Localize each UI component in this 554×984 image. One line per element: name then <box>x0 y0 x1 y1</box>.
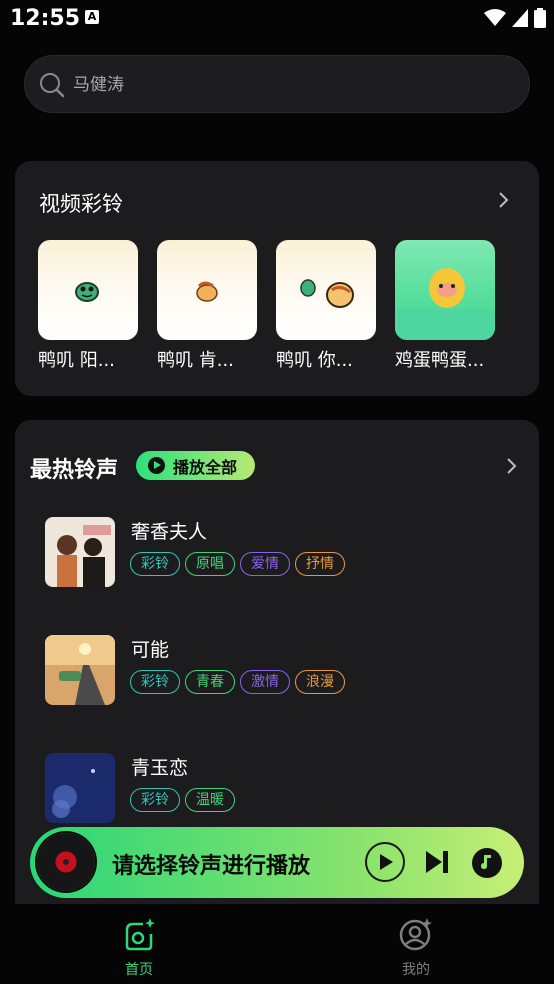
search-bar[interactable] <box>24 55 530 113</box>
chevron-right-icon[interactable] <box>495 191 513 209</box>
duck-illustration <box>300 279 354 308</box>
song-tag: 抒情 <box>295 552 345 576</box>
signal-icon <box>512 9 528 27</box>
profile-tab-icon <box>399 918 432 951</box>
song-row[interactable]: 奢香夫人 彩铃 原唱 爱情 抒情 <box>45 517 515 589</box>
tab-mine[interactable]: 我的 <box>366 916 466 979</box>
song-name: 奢香夫人 <box>131 521 208 543</box>
notification-a-icon: A <box>85 10 99 24</box>
status-time: 12:55 <box>10 6 81 31</box>
search-input[interactable] <box>71 70 495 100</box>
play-icon <box>148 457 165 474</box>
search-icon <box>40 73 65 98</box>
status-bar: 12:55 A <box>0 0 554 36</box>
music-app-icon[interactable] <box>471 847 503 879</box>
play-button-icon[interactable] <box>364 841 406 883</box>
duck-illustration <box>196 281 218 302</box>
hot-section-title: 最热铃声 <box>30 458 119 483</box>
bottom-tab-bar: 首页 我的 <box>0 904 554 984</box>
song-tag: 青春 <box>185 670 235 694</box>
play-all-button[interactable]: 播放全部 <box>136 451 255 480</box>
wifi-icon <box>484 9 506 26</box>
song-cover <box>45 635 115 705</box>
song-tag: 激情 <box>240 670 290 694</box>
video-item[interactable]: 鸡蛋鸭蛋... <box>395 240 495 372</box>
play-all-label: 播放全部 <box>173 457 238 477</box>
video-caption: 鸭叽 阳... <box>38 350 115 371</box>
next-track-icon[interactable] <box>424 849 450 875</box>
tab-home-label: 首页 <box>125 962 153 978</box>
video-caption: 鸭叽 肯... <box>157 350 234 371</box>
video-item[interactable]: 鸭叽 你... <box>276 240 376 372</box>
player-label: 请选择铃声进行播放 <box>112 854 311 879</box>
song-cover <box>45 517 115 587</box>
song-tag: 温暖 <box>185 788 235 812</box>
system-icons <box>484 8 546 28</box>
song-name: 青玉恋 <box>131 757 189 779</box>
video-thumbnail <box>38 240 138 340</box>
battery-icon <box>534 8 546 28</box>
song-tag: 彩铃 <box>130 670 180 694</box>
song-tag: 爱情 <box>240 552 290 576</box>
video-thumbnail <box>157 240 257 340</box>
video-caption: 鸭叽 你... <box>276 350 353 371</box>
chevron-right-icon[interactable] <box>503 457 521 475</box>
egg-duck-illustration <box>395 268 495 340</box>
duck-illustration <box>75 282 99 302</box>
video-thumbnail <box>276 240 376 340</box>
home-tab-icon <box>125 918 155 951</box>
song-tag: 彩铃 <box>130 788 180 812</box>
vinyl-disc-icon <box>37 833 95 891</box>
song-row[interactable]: 可能 彩铃 青春 激情 浪漫 <box>45 635 515 707</box>
tab-mine-label: 我的 <box>402 962 430 978</box>
song-tag: 彩铃 <box>130 552 180 576</box>
song-tag: 原唱 <box>185 552 235 576</box>
song-tag: 浪漫 <box>295 670 345 694</box>
video-ringtone-card: 视频彩铃 鸭叽 阳... 鸭叽 肯... 鸭叽 你... 鸡蛋鸭蛋... <box>15 161 539 396</box>
video-item[interactable]: 鸭叽 阳... <box>38 240 138 372</box>
video-section-title: 视频彩铃 <box>39 192 123 216</box>
tab-home[interactable]: 首页 <box>89 916 189 979</box>
video-caption: 鸡蛋鸭蛋... <box>395 350 485 371</box>
video-item[interactable]: 鸭叽 肯... <box>157 240 257 372</box>
song-cover <box>45 753 115 823</box>
video-thumbnail <box>395 240 495 340</box>
song-row[interactable]: 青玉恋 彩铃 温暖 <box>45 753 515 825</box>
mini-player[interactable]: 请选择铃声进行播放 <box>30 827 524 898</box>
song-name: 可能 <box>131 639 170 661</box>
